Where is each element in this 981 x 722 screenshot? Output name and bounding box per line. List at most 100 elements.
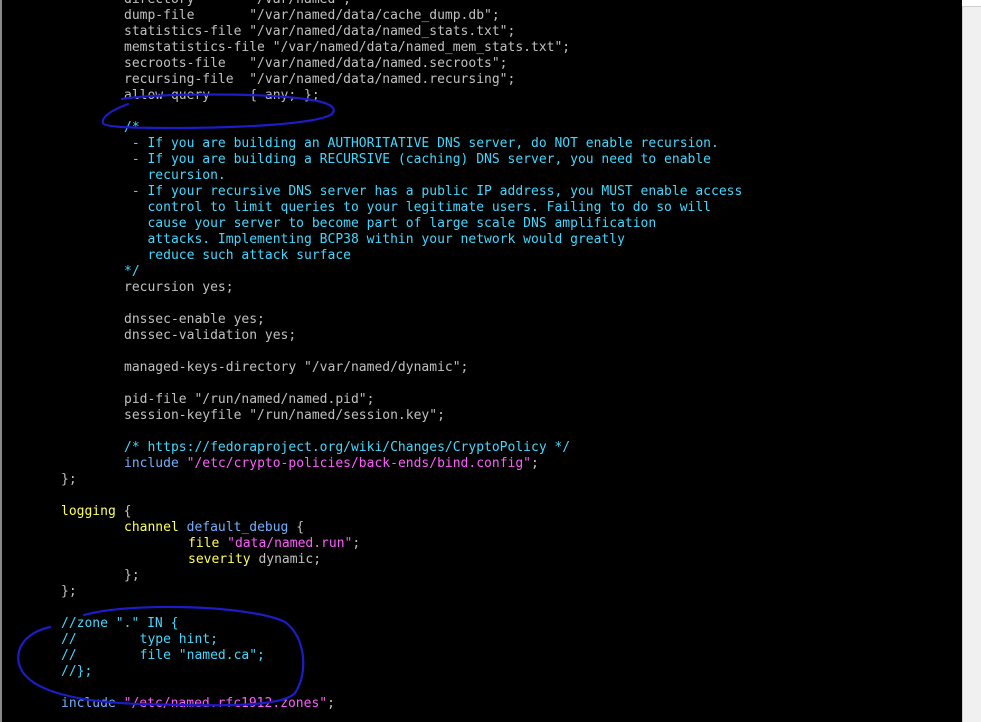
code-line: reduce such attack surface [3,248,742,264]
code-token: file [188,536,220,551]
code-line: logging { [3,504,742,520]
code-line: dnssec-enable yes; [3,312,742,328]
code-token: dnssec-validation yes; [124,328,297,343]
code-line: recursion. [3,168,742,184]
code-line: session-keyfile "/run/named/session.key"… [3,408,742,424]
code-token: ; [327,696,335,711]
code-token: /* [124,120,140,135]
code-token: - If your recursive DNS server has a pub… [124,184,743,199]
code-token: managed-keys-directory "/var/named/dynam… [124,360,469,375]
code-line: pid-file "/run/named/named.pid"; [3,392,742,408]
code-token: dump-file "/var/named/data/cache_dump.db… [124,8,500,23]
code-line: /* [3,120,742,136]
code-line: dnssec-validation yes; [3,328,742,344]
code-line: file "data/named.run"; [3,536,742,552]
code-token: }; [61,472,77,487]
code-token: ; [531,456,539,471]
code-token: { [288,520,305,535]
code-line: /* https://fedoraproject.org/wiki/Change… [3,440,742,456]
window-right-edge [962,0,981,722]
code-token: secroots-file "/var/named/data/named.sec… [124,56,508,71]
code-token: channel [124,520,179,535]
code-line: statistics-file "/var/named/data/named_s… [3,24,742,40]
code-line: - If your recursive DNS server has a pub… [3,184,743,200]
code-token: { [115,504,132,519]
code-token: file "named.ca"; [139,648,265,663]
code-line: //zone "." IN { [3,616,742,632]
code-token: attacks. Implementing BCP38 within your … [124,232,625,247]
code-line: allow-query { any; }; [3,88,742,104]
code-token: logging [61,504,116,519]
code-token: }; [124,568,140,583]
code-line: secroots-file "/var/named/data/named.sec… [3,56,742,72]
code-line: recursion yes; [3,280,742,296]
code-line: include "/etc/named.rfc1912.zones"; [3,696,742,712]
code-line: }; [3,472,742,488]
code-line: }; [3,568,742,584]
terminal-editor[interactable]: directory "/var/named";dump-file "/var/n… [3,0,961,722]
named-conf-source: directory "/var/named";dump-file "/var/n… [3,0,742,712]
code-token: recursing-file "/var/named/data/named.re… [124,72,516,87]
code-line: - If you are building an AUTHORITATIVE D… [3,136,742,152]
code-token: include [61,696,116,711]
code-line: attacks. Implementing BCP38 within your … [3,232,742,248]
code-line: dump-file "/var/named/data/cache_dump.db… [3,8,742,24]
code-token: "/etc/named.rfc1912.zones" [123,696,328,711]
code-line: - If you are building a RECURSIVE (cachi… [3,152,742,168]
code-line: memstatistics-file "/var/named/data/name… [3,40,742,56]
code-line: //}; [3,664,742,680]
code-token: recursion. [124,168,226,183]
code-token: - If you are building a RECURSIVE (cachi… [124,152,711,167]
code-token: memstatistics-file "/var/named/data/name… [124,40,571,55]
code-token: }; [61,584,77,599]
window-left-border [0,0,2,722]
code-token: reduce such attack surface [124,248,351,263]
code-token: allow-query { any; }; [124,88,320,103]
code-token: control to limit queries to your legitim… [124,200,711,215]
code-token: directory "/var/named"; [124,0,351,7]
code-token: dynamic; [250,552,322,567]
code-line: control to limit queries to your legitim… [3,200,742,216]
code-line: */ [3,264,742,280]
window-right-edge-top [962,0,981,7]
code-token: cause your server to become part of larg… [124,216,657,231]
code-line: // type hint; [3,632,742,648]
code-token: pid-file "/run/named/named.pid"; [124,392,375,407]
code-token: session-keyfile "/run/named/session.key"… [124,408,445,423]
code-token: dnssec-enable yes; [124,312,265,327]
code-line: directory "/var/named"; [3,0,742,8]
code-line: include "/etc/crypto-policies/back-ends/… [3,456,742,472]
code-token: include [124,456,179,471]
code-token: ; [352,536,361,551]
code-line: recursing-file "/var/named/data/named.re… [3,72,742,88]
code-line: channel default_debug { [3,520,742,536]
code-line: managed-keys-directory "/var/named/dynam… [3,360,742,376]
code-token: severity [188,552,251,567]
code-line: severity dynamic; [3,552,742,568]
vm-console-window: directory "/var/named";dump-file "/var/n… [0,0,981,722]
code-token: recursion yes; [124,280,234,295]
code-token: //zone "." IN { [61,616,179,631]
code-token: default_debug [186,520,289,535]
code-token: type hint; [139,632,218,647]
code-token: "/etc/crypto-policies/back-ends/bind.con… [186,456,531,471]
code-token: - If you are building an AUTHORITATIVE D… [124,136,719,151]
code-token: "data/named.run" [227,536,353,551]
code-line: // file "named.ca"; [3,648,742,664]
code-token: statistics-file "/var/named/data/named_s… [124,24,516,39]
code-token: // [61,648,77,663]
code-token: // [61,632,77,647]
code-token: */ [124,264,140,279]
code-token: //}; [61,664,93,679]
